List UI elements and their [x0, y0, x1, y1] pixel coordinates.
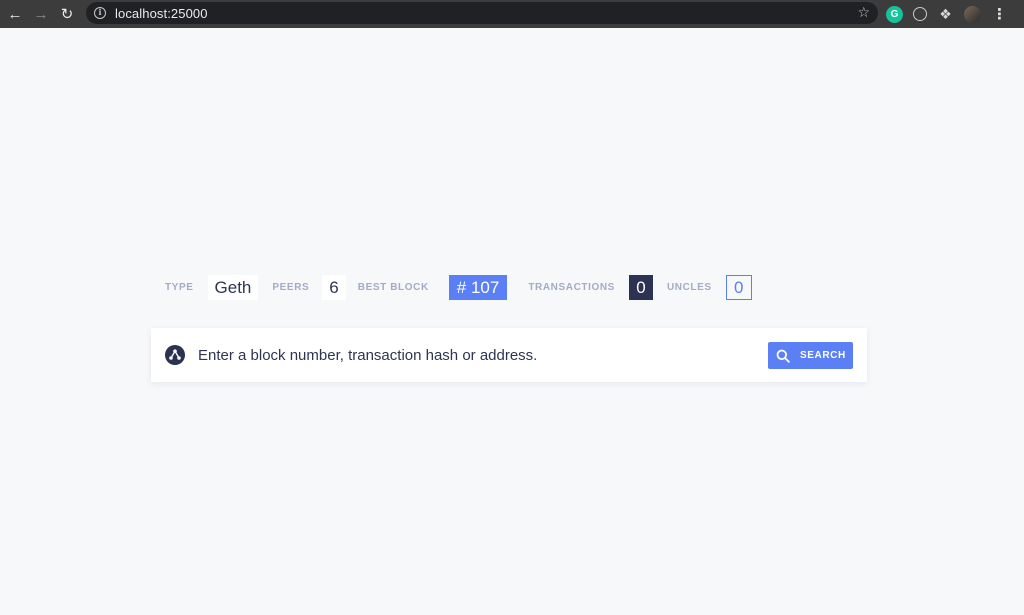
- grammarly-icon[interactable]: G: [886, 5, 903, 23]
- address-bar[interactable]: i localhost:25000 ☆: [86, 2, 878, 24]
- best-block-value[interactable]: # 107: [448, 275, 508, 300]
- info-icon[interactable]: i: [94, 7, 106, 19]
- uncles-value: 0: [725, 275, 752, 300]
- transactions-label: TRANSACTIONS: [528, 282, 615, 293]
- puzzle-icon[interactable]: ❖: [937, 6, 954, 23]
- uncles-label: UNCLES: [666, 282, 712, 293]
- browser-toolbar: ← → ↻ i localhost:25000 ☆ G ❖ ⋮: [0, 0, 1024, 28]
- search-input[interactable]: [196, 342, 756, 368]
- peers-label: PEERS: [272, 282, 310, 293]
- type-value: Geth: [207, 275, 259, 300]
- network-logo-icon: [165, 345, 185, 365]
- arrow-right-icon[interactable]: →: [30, 3, 52, 25]
- node-stats: TYPE Geth PEERS 6 BEST BLOCK # 107 TRANS…: [165, 275, 752, 300]
- best-block-label: BEST BLOCK: [357, 282, 429, 293]
- search-icon: [776, 349, 790, 363]
- transactions-value: 0: [628, 275, 653, 300]
- globe-icon[interactable]: [913, 7, 927, 21]
- type-label: TYPE: [165, 282, 194, 293]
- bookmark-star-icon[interactable]: ☆: [857, 4, 870, 21]
- reload-icon[interactable]: ↻: [56, 3, 78, 25]
- peers-value: 6: [322, 275, 346, 300]
- search-button-label: SEARCH: [800, 350, 846, 361]
- arrow-left-icon[interactable]: ←: [4, 3, 26, 25]
- extensions-area: G ❖ ⋮: [886, 3, 1008, 25]
- profile-avatar[interactable]: [964, 5, 981, 23]
- url-text[interactable]: localhost:25000: [115, 6, 208, 21]
- search-button[interactable]: SEARCH: [768, 342, 853, 369]
- search-panel: SEARCH: [151, 328, 867, 382]
- more-menu-icon[interactable]: ⋮: [991, 6, 1008, 23]
